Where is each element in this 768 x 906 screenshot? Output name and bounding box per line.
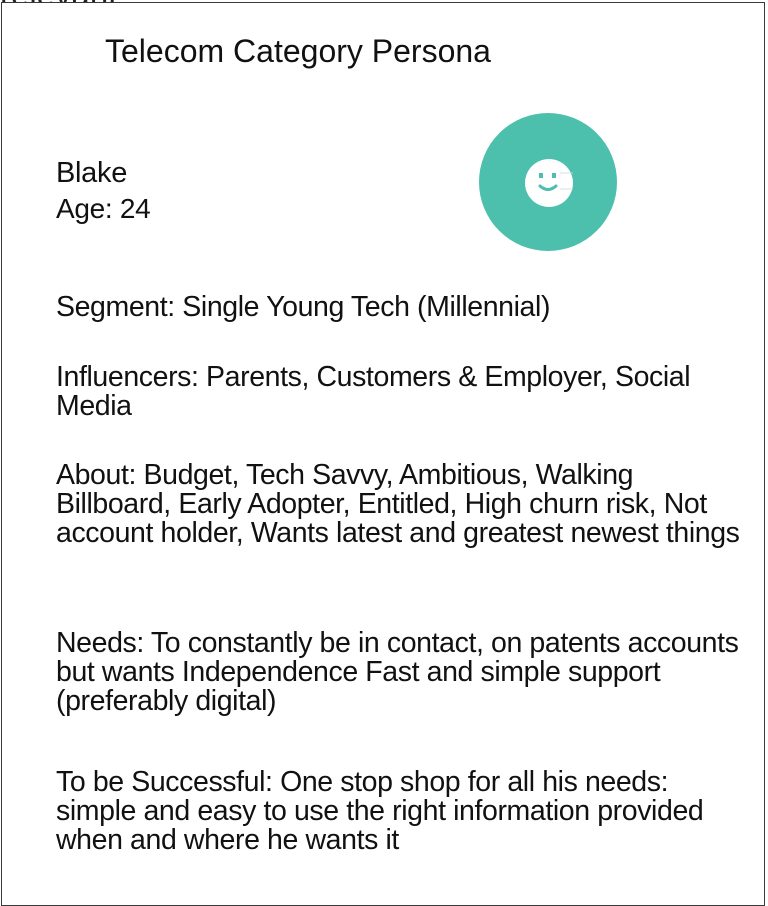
success-text: To be Successful: One stop shop for all … — [56, 766, 704, 856]
needs-text: Needs: To constantly be in contact, on p… — [56, 627, 739, 717]
influencers-text: Influencers: Parents, Customers & Employ… — [56, 361, 691, 422]
persona-title: Telecom Category Persona — [105, 33, 491, 69]
persona-age: Age: 24 — [56, 193, 151, 224]
persona-name: Blake — [56, 157, 128, 189]
smiley-face-icon — [479, 113, 617, 251]
about-text: About: Budget, Tech Savvy, Ambitious, Wa… — [56, 459, 740, 549]
segment-text: Segment: Single Young Tech (Millennial) — [56, 291, 551, 323]
persona-card: Telecom Category Persona Blake Age: 24 S… — [1, 2, 765, 906]
